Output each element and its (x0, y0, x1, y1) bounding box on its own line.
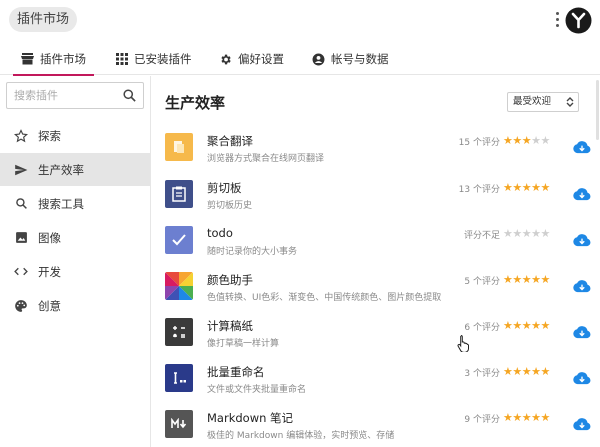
star-rating: ★★★★★ (503, 134, 550, 147)
gear-icon (221, 54, 231, 64)
cloud-download-icon[interactable] (573, 280, 591, 293)
plugin-description: 极佳的 Markdown 编辑体验，实时预览、存储 (207, 431, 395, 441)
plugin-description: 浏览器方式聚合在线网页翻译 (207, 154, 325, 164)
cloud-download-icon[interactable] (573, 418, 591, 431)
plugin-name: 颜色助手 (207, 273, 253, 287)
search-icon (15, 198, 27, 209)
calculator-icon (165, 318, 193, 346)
main-panel: 生产效率 最受欢迎 聚合翻译 浏览器方式聚合在线网页翻译 15 个评分 ★★★★… (151, 76, 600, 447)
plugin-description: 随时记录你的大小事务 (207, 247, 298, 257)
tab-label: 帐号与数据 (331, 52, 389, 66)
sidebar-item-productivity[interactable]: 生产效率 (0, 153, 150, 186)
search-box (6, 82, 144, 109)
cloud-download-icon[interactable] (573, 141, 591, 154)
tab-plugin-market[interactable]: 插件市场 (13, 43, 94, 76)
plugin-rating-count: 6 个评分 (464, 323, 500, 333)
grid-icon (116, 53, 128, 65)
plugin-row[interactable]: Markdown 笔记 极佳的 Markdown 编辑体验，实时预览、存储 9 … (165, 410, 591, 447)
plugin-rating-count: 3 个评分 (464, 369, 500, 379)
app-title: 插件市场 (9, 7, 78, 32)
rename-icon (165, 364, 193, 392)
tab-label: 插件市场 (40, 52, 86, 66)
tab-preferences[interactable]: 偏好设置 (219, 43, 284, 75)
tab-label: 偏好设置 (238, 52, 284, 66)
tab-account[interactable]: 帐号与数据 (312, 43, 389, 75)
sidebar-item-search-tools[interactable]: 搜索工具 (0, 187, 150, 220)
plugin-rating-count: 9 个评分 (464, 415, 500, 425)
sort-select[interactable]: 最受欢迎 (507, 92, 579, 112)
star-rating: ★★★★★ (503, 411, 550, 424)
send-icon (15, 164, 28, 175)
tab-label: 已安装插件 (134, 52, 192, 66)
hand-cursor-icon (457, 335, 469, 352)
star-rating: ★★★★★ (503, 319, 550, 332)
plugin-description: 像打草稿一样计算 (207, 339, 280, 349)
more-menu-icon[interactable] (553, 10, 561, 30)
sidebar-item-label: 创意 (38, 298, 61, 313)
plugin-description: 剪切板历史 (207, 201, 253, 211)
sidebar-item-creative[interactable]: 创意 (0, 289, 150, 322)
color-wheel-icon (165, 272, 193, 300)
plugin-name: 剪切板 (207, 181, 242, 195)
plugin-rating-count: 13 个评分 (458, 185, 500, 195)
star-rating: ★★★★★ (503, 227, 550, 240)
code-icon (14, 267, 28, 276)
star-outline-icon (14, 128, 28, 142)
plugin-name: 聚合翻译 (207, 134, 253, 148)
chevron-updown-icon (566, 97, 574, 107)
clipboard-icon (165, 180, 193, 208)
image-icon (15, 232, 27, 243)
tab-bar: 插件市场 已安装插件 偏好设置 帐号与数据 (0, 43, 600, 76)
plugin-row[interactable]: 批量重命名 文件或文件夹批量重命名 3 个评分 ★★★★★ (165, 364, 591, 410)
account-icon (312, 53, 325, 65)
sidebar-item-label: 开发 (38, 264, 61, 279)
sidebar-item-label: 生产效率 (38, 162, 84, 177)
markdown-icon (165, 410, 193, 438)
plugin-description: 色值转换、UI色彩、渐变色、中国传统颜色、图片颜色提取 (207, 293, 442, 303)
plugin-rating-count: 评分不足 (463, 231, 500, 241)
star-rating: ★★★★★ (503, 181, 550, 194)
plugin-row[interactable]: 剪切板 剪切板历史 13 个评分 ★★★★★ (165, 180, 591, 226)
star-rating: ★★★★★ (503, 273, 550, 286)
plugin-name: Markdown 笔记 (207, 411, 294, 425)
checkmark-icon (165, 226, 193, 254)
tab-installed[interactable]: 已安装插件 (116, 43, 192, 75)
plugin-row[interactable]: 颜色助手 色值转换、UI色彩、渐变色、中国传统颜色、图片颜色提取 5 个评分 ★… (165, 272, 591, 318)
plugin-rating-count: 15 个评分 (458, 138, 500, 148)
store-icon (21, 53, 34, 65)
sidebar-item-develop[interactable]: 开发 (0, 255, 150, 288)
sidebar: 探索 生产效率 搜索工具 图像 开发 创意 (0, 76, 151, 447)
plugin-name: todo (207, 226, 233, 240)
plugin-rating-count: 5 个评分 (464, 277, 500, 287)
plugin-row[interactable]: 计算稿纸 像打草稿一样计算 6 个评分 ★★★★★ (165, 318, 591, 364)
cloud-download-icon[interactable] (573, 326, 591, 339)
sidebar-item-label: 搜索工具 (38, 196, 84, 211)
search-icon[interactable] (122, 88, 137, 103)
plugin-name: 批量重命名 (207, 365, 265, 379)
search-input[interactable] (7, 83, 117, 108)
scrollbar-thumb[interactable] (596, 80, 599, 140)
app-logo[interactable] (565, 7, 592, 34)
sort-label: 最受欢迎 (513, 96, 552, 107)
star-rating: ★★★★★ (503, 365, 550, 378)
page-title: 生产效率 (165, 94, 226, 112)
plugin-description: 文件或文件夹批量重命名 (207, 385, 307, 395)
cloud-download-icon[interactable] (573, 372, 591, 385)
plugin-name: 计算稿纸 (207, 319, 253, 333)
cloud-download-icon[interactable] (573, 188, 591, 201)
plugin-row[interactable]: todo 随时记录你的大小事务 评分不足 ★★★★★ (165, 226, 591, 272)
palette-icon (15, 299, 27, 312)
plugin-row[interactable]: 聚合翻译 浏览器方式聚合在线网页翻译 15 个评分 ★★★★★ (165, 133, 591, 179)
sidebar-item-label: 探索 (38, 128, 61, 143)
sidebar-item-explore[interactable]: 探索 (0, 119, 150, 152)
top-bar: 插件市场 (0, 0, 600, 40)
sidebar-item-image[interactable]: 图像 (0, 221, 150, 254)
cloud-download-icon[interactable] (573, 234, 591, 247)
sidebar-item-label: 图像 (38, 230, 61, 245)
translate-icon (165, 133, 193, 161)
